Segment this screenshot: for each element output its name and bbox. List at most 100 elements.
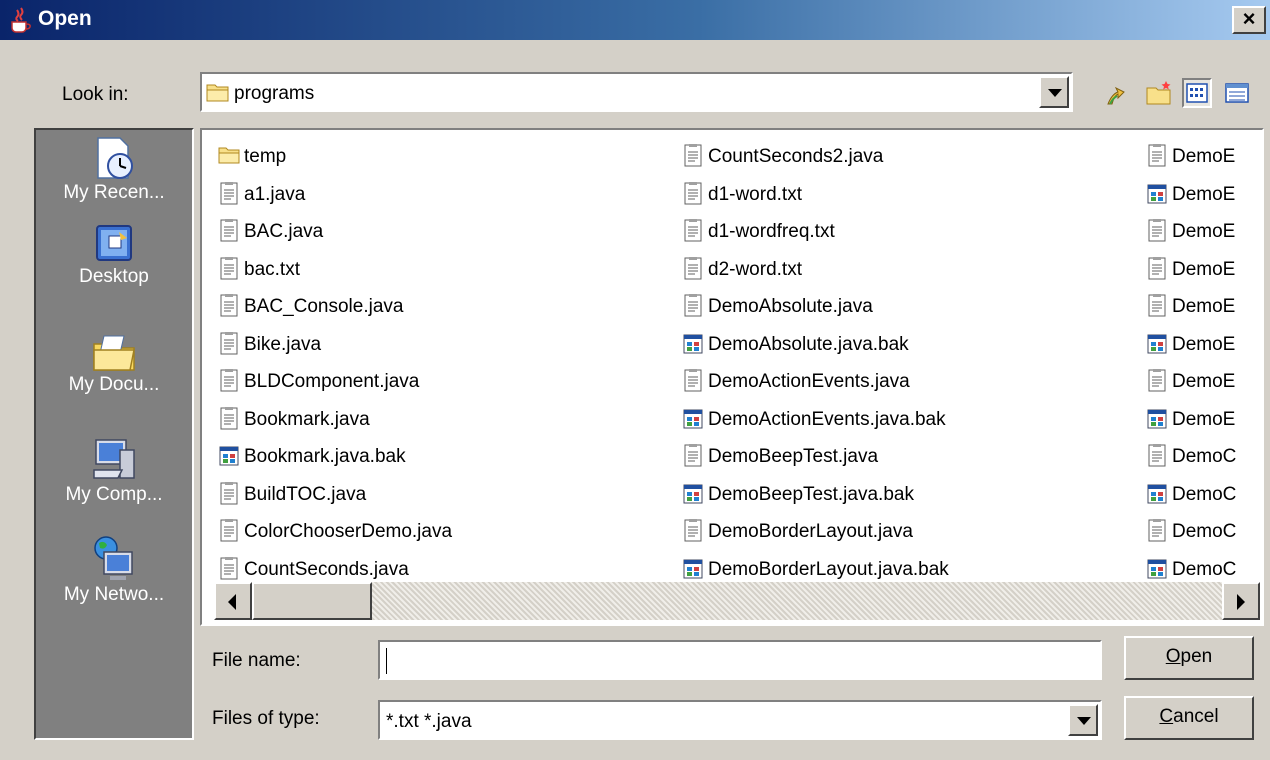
file-name: DemoE: [1172, 146, 1236, 167]
file-name: CountSeconds2.java: [708, 146, 884, 167]
open-mnemonic: O: [1165, 646, 1181, 667]
place-label: My Docu...: [68, 374, 160, 395]
open-button[interactable]: Open: [1124, 636, 1254, 680]
up-one-level-icon[interactable]: [1100, 78, 1130, 108]
open-label-rest: pen: [1180, 646, 1213, 667]
close-button[interactable]: ×: [1232, 6, 1266, 34]
file-name: DemoE: [1172, 408, 1236, 430]
text-file-icon: [684, 219, 702, 242]
files-of-type-dropdown-button[interactable]: [1068, 704, 1098, 736]
file-name-input[interactable]: [378, 640, 1102, 680]
text-file-icon: [684, 369, 702, 392]
look-in-value: programs: [234, 83, 315, 104]
file-name: DemoC: [1172, 483, 1237, 505]
open-dialog: Open × Look in: programs My Recen... Des…: [0, 0, 1270, 760]
java-cup-icon: [11, 7, 31, 33]
file-name: BuildTOC.java: [244, 483, 367, 505]
file-name: d1-word.txt: [708, 183, 802, 205]
cancel-mnemonic: C: [1159, 706, 1174, 727]
horizontal-scrollbar[interactable]: [214, 582, 1260, 620]
file-name: BAC_Console.java: [244, 296, 404, 317]
folder-icon: [218, 147, 240, 164]
cancel-button[interactable]: Cancel: [1124, 696, 1254, 740]
place-desktop[interactable]: Desktop: [36, 222, 192, 288]
text-file-icon: [220, 331, 238, 354]
backup-file-icon: [683, 409, 703, 428]
scroll-left-button[interactable]: [214, 582, 252, 620]
backup-file-icon: [683, 334, 703, 353]
text-file-icon: [1148, 144, 1166, 167]
file-name: Bookmark.java.bak: [244, 446, 406, 467]
look-in-dropdown-button[interactable]: [1039, 76, 1069, 108]
files-of-type-label: Files of type:: [212, 708, 320, 729]
backup-file-icon: [683, 559, 703, 578]
place-label: My Comp...: [65, 484, 163, 505]
scroll-thumb[interactable]: [252, 582, 372, 620]
place-my-recent-documents[interactable]: My Recen...: [36, 136, 192, 204]
text-file-icon: [684, 181, 702, 204]
place-label: My Recen...: [63, 182, 165, 203]
file-name: DemoE: [1172, 333, 1236, 355]
file-name: d1-wordfreq.txt: [708, 221, 835, 242]
text-file-icon: [684, 294, 702, 317]
text-file-icon: [684, 256, 702, 279]
backup-file-icon: [683, 484, 703, 503]
look-in-label: Look in:: [62, 84, 129, 105]
backup-file-icon: [1147, 559, 1167, 578]
text-file-icon: [220, 294, 238, 317]
text-file-icon: [220, 369, 238, 392]
file-name: DemoC: [1172, 446, 1237, 467]
recent-documents-icon: [97, 137, 133, 179]
backup-file-icon: [219, 446, 239, 466]
place-label: My Netwo...: [63, 584, 165, 605]
file-name: d2-word.txt: [708, 258, 802, 280]
file-name: DemoBorderLayout.java.bak: [708, 558, 949, 580]
text-file-icon: [1148, 219, 1166, 242]
place-my-documents[interactable]: My Docu...: [36, 330, 192, 396]
file-name: DemoAbsolute.java: [708, 296, 873, 317]
text-file-icon: [220, 406, 238, 429]
text-file-icon: [1148, 369, 1166, 392]
text-file-icon: [1148, 444, 1166, 467]
file-name: DemoE: [1172, 371, 1236, 392]
text-file-icon: [684, 519, 702, 542]
desktop-icon: [96, 225, 132, 261]
folder-icon: [206, 84, 229, 102]
scroll-right-button[interactable]: [1222, 582, 1260, 620]
places-bar: My Recen... Desktop My Docu... My Comp..…: [34, 128, 194, 740]
file-name: DemoActionEvents.java.bak: [708, 408, 946, 430]
file-name: BLDComponent.java: [244, 371, 420, 392]
file-name: DemoBeepTest.java.bak: [708, 483, 914, 505]
window-title: Open: [38, 7, 92, 30]
create-new-folder-icon[interactable]: [1144, 78, 1174, 108]
file-name: DemoAbsolute.java.bak: [708, 333, 909, 355]
place-my-computer[interactable]: My Comp...: [36, 436, 192, 506]
files-of-type-combo[interactable]: *.txt *.java: [378, 700, 1102, 740]
backup-file-icon: [1147, 184, 1167, 203]
file-name: bac.txt: [244, 258, 300, 280]
file-name: Bookmark.java: [244, 408, 370, 430]
place-my-network[interactable]: My Netwo...: [36, 534, 192, 606]
text-file-icon: [220, 519, 238, 542]
text-file-icon: [220, 556, 238, 579]
details-view-icon[interactable]: [1222, 78, 1252, 108]
file-name: Bike.java: [244, 333, 322, 355]
file-name: BAC.java: [244, 221, 324, 242]
file-name: DemoC: [1172, 521, 1237, 542]
list-view-button[interactable]: [1182, 78, 1212, 108]
file-name: DemoE: [1172, 183, 1236, 205]
file-name: DemoE: [1172, 296, 1236, 317]
file-name: DemoBeepTest.java: [708, 446, 879, 467]
title-bar[interactable]: Open ×: [0, 0, 1270, 40]
text-file-icon: [684, 444, 702, 467]
backup-file-icon: [1147, 334, 1167, 353]
text-file-icon: [1148, 294, 1166, 317]
file-name: DemoE: [1172, 258, 1236, 280]
file-name-label: File name:: [212, 650, 301, 671]
file-list[interactable]: temp a1.java BAC.java bac.txt BAC_Console.ja…: [200, 128, 1264, 626]
file-name: CountSeconds.java: [244, 558, 409, 580]
text-file-icon: [1148, 256, 1166, 279]
look-in-combo[interactable]: programs: [200, 72, 1073, 112]
file-name: temp: [244, 146, 287, 167]
file-name: a1.java: [244, 183, 306, 205]
